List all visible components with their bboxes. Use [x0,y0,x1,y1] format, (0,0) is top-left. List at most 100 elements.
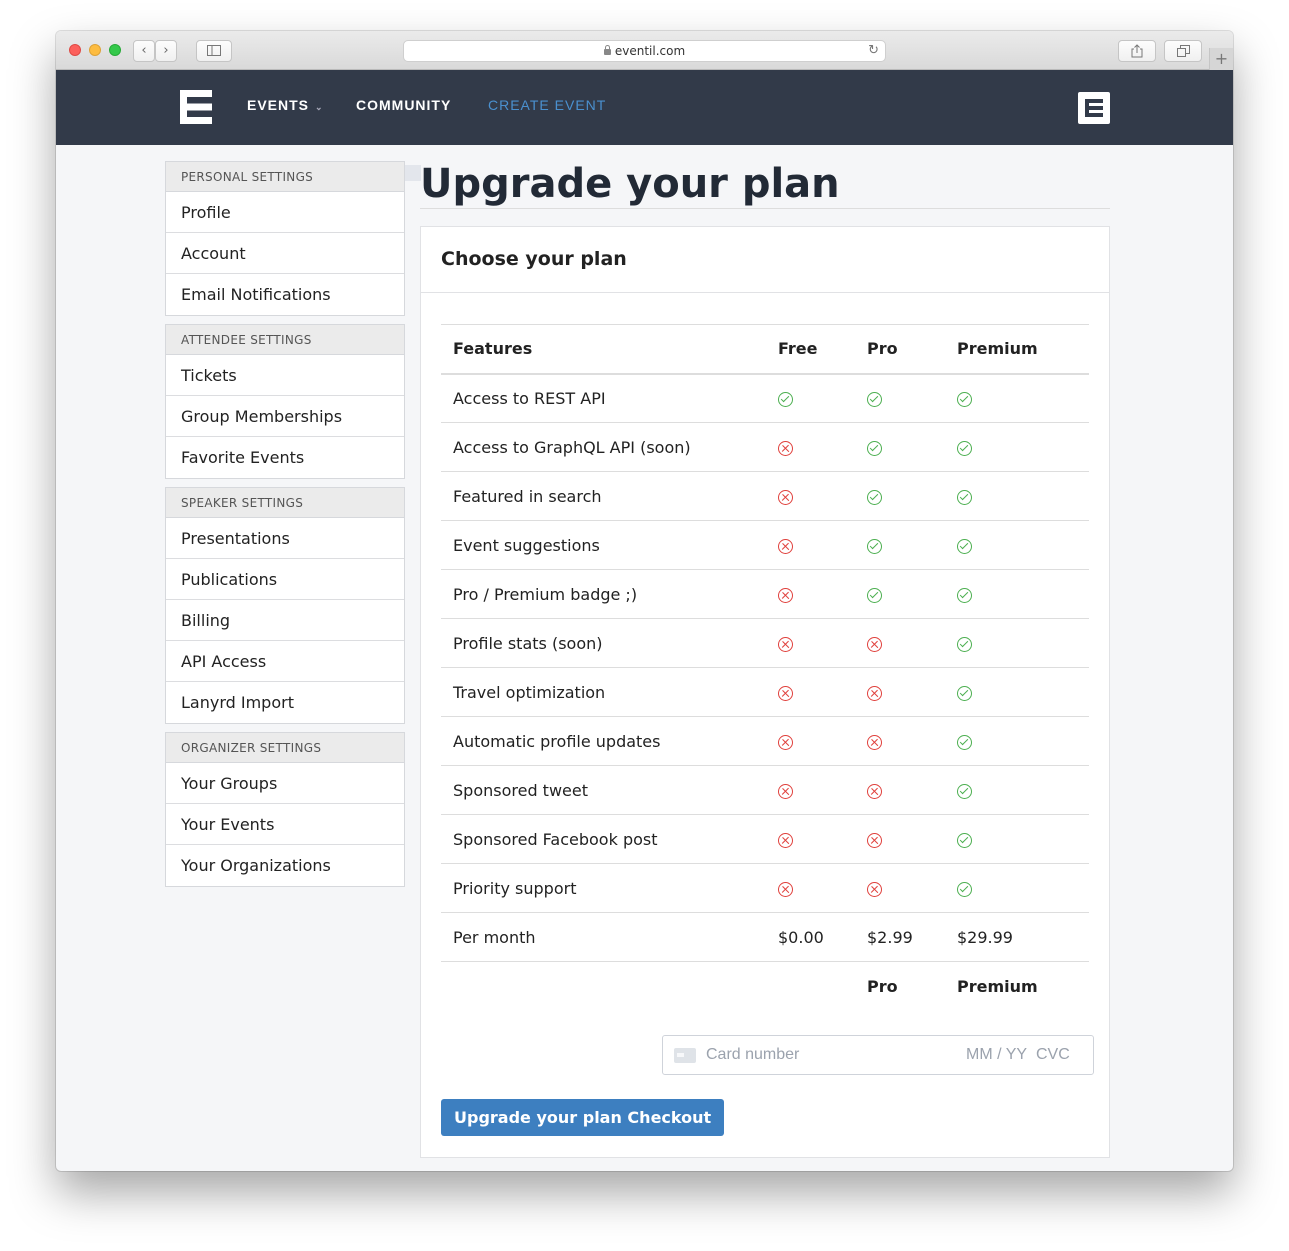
feature-row: Automatic profile updates [441,716,1089,766]
feature-pro-cell [867,569,957,619]
x-circle-icon [778,734,793,750]
nav-community[interactable]: COMMUNITY [356,97,451,113]
share-button[interactable] [1118,40,1156,62]
feature-row: Travel optimization [441,667,1089,717]
x-circle-icon [778,783,793,799]
address-bar[interactable]: eventil.com ↻ [403,40,886,62]
feature-free-cell [778,520,867,570]
sidebar-item-api-access[interactable]: API Access [166,641,404,682]
page-title: Upgrade your plan [420,161,840,207]
sidebar-item-your-organizations[interactable]: Your Organizations [166,845,404,886]
feature-premium-cell [957,569,1089,619]
sidebar-item-presentations[interactable]: Presentations [166,518,404,559]
check-circle-icon [867,538,882,554]
select-pro-option[interactable]: Pro [867,962,957,1011]
attendee-settings-panel: ATTENDEE SETTINGS Tickets Group Membersh… [165,324,405,479]
feature-pro-cell [867,520,957,570]
panel-heading: ORGANIZER SETTINGS [166,733,404,763]
zoom-window-button[interactable] [109,44,121,56]
feature-row: Pro / Premium badge ;) [441,569,1089,619]
price-pro: $2.99 [867,912,957,962]
feature-name: Access to GraphQL API (soon) [441,422,778,472]
x-circle-icon [778,587,793,603]
sidebar-item-favorite-events[interactable]: Favorite Events [166,437,404,478]
feature-name: Sponsored tweet [441,765,778,815]
feature-row: Priority support [441,863,1089,913]
sidebar-item-billing[interactable]: Billing [166,600,404,641]
feature-premium-cell [957,667,1089,717]
feature-pro-cell [867,814,957,864]
feature-free-cell [778,422,867,472]
feature-premium-cell [957,863,1089,913]
chevron-right-icon: › [163,43,169,58]
feature-name: Sponsored Facebook post [441,814,778,864]
check-circle-icon [778,391,793,407]
sidebar-item-your-events[interactable]: Your Events [166,804,404,845]
check-circle-icon [957,832,972,848]
minimize-window-button[interactable] [89,44,101,56]
feature-row: Featured in search [441,471,1089,521]
feature-name: Priority support [441,863,778,913]
sidebar-toggle-button[interactable] [196,40,232,62]
sidebar-item-tickets[interactable]: Tickets [166,355,404,396]
new-tab-button[interactable]: + [1209,48,1233,70]
nav-create-event[interactable]: CREATE EVENT [488,97,606,113]
feature-premium-cell [957,716,1089,766]
card-title: Choose your plan [421,227,1109,293]
sidebar-item-account[interactable]: Account [166,233,404,274]
check-circle-icon [957,538,972,554]
sidebar-item-email-notifications[interactable]: Email Notifications [166,274,404,315]
sidebar-item-profile[interactable]: Profile [166,192,404,233]
price-free: $0.00 [778,912,867,962]
x-circle-icon [867,783,882,799]
feature-premium-cell [957,373,1089,423]
card-number-input[interactable]: Card number MM / YY CVC [662,1035,1094,1075]
check-circle-icon [957,636,972,652]
panel-heading: PERSONAL SETTINGS [166,162,404,192]
close-window-button[interactable] [69,44,81,56]
feature-pro-cell [867,471,957,521]
forward-button[interactable]: › [155,40,177,62]
tabs-overview-button[interactable] [1164,40,1202,62]
price-row-label: Per month [441,912,778,962]
eventil-logo-icon[interactable] [180,90,212,124]
check-circle-icon [867,587,882,603]
feature-row: Event suggestions [441,520,1089,570]
select-premium-option[interactable]: Premium [957,962,1089,1011]
x-circle-icon [778,489,793,505]
check-circle-icon [867,440,882,456]
feature-row: Sponsored tweet [441,765,1089,815]
cvc-placeholder[interactable]: CVC [1036,1046,1070,1064]
feature-pro-cell [867,863,957,913]
check-circle-icon [957,881,972,897]
sidebar-item-your-groups[interactable]: Your Groups [166,763,404,804]
x-circle-icon [778,685,793,701]
nav-events[interactable]: EVENTS ⌄ [247,97,324,113]
feature-free-cell [778,569,867,619]
column-header-free: Free [778,324,867,375]
feature-row: Access to REST API [441,373,1089,423]
sidebar-item-group-memberships[interactable]: Group Memberships [166,396,404,437]
price-row: Per month $0.00 $2.99 $29.99 [441,912,1089,962]
title-decoration [405,165,421,181]
sidebar-item-lanyrd-import[interactable]: Lanyrd Import [166,682,404,723]
chevron-left-icon: ‹ [141,43,147,58]
feature-free-cell [778,716,867,766]
check-circle-icon [957,587,972,603]
checkout-button[interactable]: Upgrade your plan Checkout [441,1099,725,1136]
feature-free-cell [778,814,867,864]
column-header-features: Features [441,324,778,375]
sidebar-item-publications[interactable]: Publications [166,559,404,600]
tabs-icon [1176,45,1190,57]
check-circle-icon [957,440,972,456]
feature-pro-cell [867,422,957,472]
personal-settings-panel: PERSONAL SETTINGS Profile Account Email … [165,161,405,316]
feature-row: Profile stats (soon) [441,618,1089,668]
plan-comparison-table: Features Free Pro Premium Access to REST… [441,324,1089,1011]
reload-icon[interactable]: ↻ [868,41,879,61]
feature-premium-cell [957,471,1089,521]
expiry-placeholder[interactable]: MM / YY [966,1046,1027,1064]
user-avatar[interactable] [1078,92,1110,124]
check-circle-icon [957,685,972,701]
back-button[interactable]: ‹ [133,40,155,62]
